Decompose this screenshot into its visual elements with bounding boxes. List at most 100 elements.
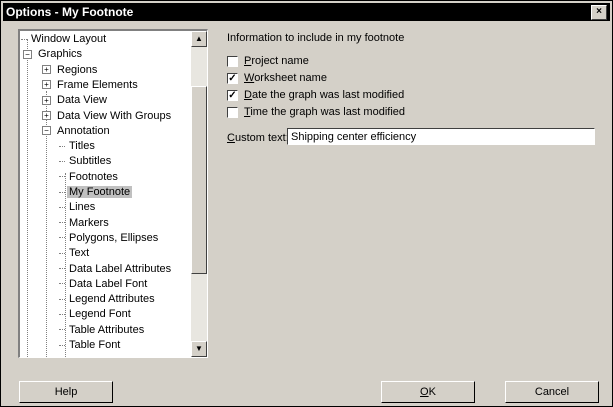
ok-mnemonic: O <box>420 386 429 398</box>
check-icon: ✓ <box>228 72 237 84</box>
checkbox-label: ate the graph was last modified <box>251 89 405 101</box>
tree-scrollbar[interactable]: ▲ ▼ <box>191 31 207 357</box>
tree-item[interactable]: My Footnote <box>59 185 133 200</box>
ok-label-rest: K <box>428 386 436 398</box>
tree-connector <box>59 160 65 162</box>
close-icon: × <box>596 6 602 17</box>
tree-item-label: Data View With Groups <box>57 109 172 122</box>
tree-connector <box>59 313 65 315</box>
tree-item[interactable]: Legend Attributes <box>59 292 157 307</box>
checkbox-date-modified[interactable]: ✓ Date the graph was last modified <box>227 88 404 102</box>
tree-item[interactable]: + Data View With Groups <box>42 109 173 124</box>
tree-item-label: Table Font <box>69 339 121 351</box>
checkbox-time-modified[interactable]: Time the graph was last modified <box>227 105 405 119</box>
cancel-button[interactable]: Cancel <box>505 381 599 403</box>
expand-icon[interactable]: + <box>42 80 51 90</box>
tree-item-label: Text <box>69 247 90 260</box>
collapse-icon[interactable]: − <box>23 49 32 59</box>
checkbox-mnemonic: W <box>244 72 255 84</box>
checkbox-box[interactable] <box>227 106 238 118</box>
tree-connector <box>59 237 65 239</box>
tree-item-label: Graphics <box>38 48 83 61</box>
checkbox-label: orksheet name <box>254 72 327 84</box>
tree-connector <box>59 176 65 178</box>
tree-item-label: Annotation <box>57 124 110 137</box>
expand-icon[interactable]: + <box>42 95 51 105</box>
arrow-down-icon: ▼ <box>195 344 203 353</box>
tree-item-label: Data Label Attributes <box>69 262 172 275</box>
tree-item[interactable]: + Data View <box>42 93 109 108</box>
checkbox-box[interactable] <box>227 55 238 67</box>
custom-text-label: Custom text: <box>227 132 289 144</box>
options-tree[interactable]: Window Layout − Graphics + Regions + Frame Ele… <box>18 29 208 358</box>
scroll-down-button[interactable]: ▼ <box>191 341 207 357</box>
expand-icon[interactable]: + <box>42 111 51 121</box>
tree-item[interactable]: + Regions <box>42 63 99 78</box>
info-label: Information to include in my footnote <box>227 32 405 44</box>
options-dialog: Options - My Footnote × Window Layout − Gr… <box>0 0 613 407</box>
tree-connector <box>59 344 65 346</box>
tree-item[interactable]: Table Font <box>59 338 122 353</box>
custom-text-mnemonic: C <box>227 132 235 144</box>
tree-connector <box>59 222 65 224</box>
tree-item-label: Legend Font <box>69 308 131 321</box>
custom-text-input[interactable]: Shipping center efficiency <box>287 128 595 145</box>
help-button[interactable]: Help <box>19 381 113 403</box>
tree-item-label: Data View <box>57 94 107 107</box>
tree-item[interactable]: Polygons, Ellipses <box>59 231 160 246</box>
tree-item-label: Window Layout <box>31 33 107 45</box>
checkbox-box[interactable]: ✓ <box>227 72 238 84</box>
checkbox-worksheet-name[interactable]: ✓ Worksheet name <box>227 71 327 85</box>
tree-guide-line <box>27 39 28 357</box>
tree-item-label: Polygons, Ellipses <box>69 231 159 244</box>
checkbox-label: ime the graph was last modified <box>250 106 405 118</box>
tree-connector <box>21 38 27 40</box>
tree-item[interactable]: Lines <box>59 200 97 215</box>
custom-text-label-rest: ustom text: <box>234 132 289 144</box>
tree-item[interactable]: Window Layout <box>21 32 108 47</box>
tree-item[interactable]: Table Attributes <box>59 323 146 338</box>
tree-item[interactable]: − Graphics <box>23 47 84 62</box>
checkbox-box[interactable]: ✓ <box>227 89 238 101</box>
tree-item-label: Footnotes <box>69 170 118 183</box>
scroll-up-button[interactable]: ▲ <box>191 31 207 47</box>
tree-item-label: Frame Elements <box>57 78 138 91</box>
tree-item[interactable]: Subtitles <box>59 154 113 169</box>
tree-item[interactable]: Footnotes <box>59 170 120 185</box>
tree-item[interactable]: Titles <box>59 139 97 154</box>
checkbox-label: roject name <box>251 55 309 67</box>
tree-connector <box>59 283 65 285</box>
tree-item[interactable]: Data Label Font <box>59 277 149 292</box>
tree-item[interactable]: Markers <box>59 216 111 231</box>
check-icon: ✓ <box>228 89 237 101</box>
scroll-thumb[interactable] <box>191 86 207 274</box>
tree-item[interactable]: Legend Font <box>59 307 133 322</box>
tree-item-label: My Footnote <box>67 186 133 198</box>
title-bar[interactable]: Options - My Footnote × <box>3 3 610 21</box>
arrow-up-icon: ▲ <box>195 34 203 43</box>
tree-item-label: Regions <box>57 63 98 76</box>
tree-connector <box>59 268 65 270</box>
expand-icon[interactable]: + <box>42 65 51 75</box>
tree-item[interactable]: Data Label Attributes <box>59 262 173 277</box>
tree-item[interactable]: − Annotation <box>42 124 112 139</box>
checkbox-project-name[interactable]: Project name <box>227 54 309 68</box>
tree-item-label: Table Attributes <box>69 323 145 336</box>
checkbox-mnemonic: D <box>244 89 252 101</box>
tree-connector <box>59 206 65 208</box>
tree-items: Window Layout − Graphics + Regions + Frame Ele… <box>20 31 188 357</box>
tree-item[interactable]: Text <box>59 246 91 261</box>
tree-item-label: Markers <box>69 216 109 229</box>
window-title: Options - My Footnote <box>6 5 134 19</box>
tree-connector <box>59 252 65 254</box>
close-button[interactable]: × <box>591 5 607 20</box>
tree-connector <box>59 145 65 147</box>
tree-connector <box>59 191 65 193</box>
tree-item-label: Lines <box>69 201 96 214</box>
tree-item-label: Legend Attributes <box>69 293 155 306</box>
tree-item[interactable]: + Frame Elements <box>42 78 140 93</box>
collapse-icon[interactable]: − <box>42 126 51 136</box>
tree-connector <box>59 329 65 331</box>
ok-button[interactable]: OK <box>381 381 475 403</box>
tree-item-label: Titles <box>69 140 95 153</box>
